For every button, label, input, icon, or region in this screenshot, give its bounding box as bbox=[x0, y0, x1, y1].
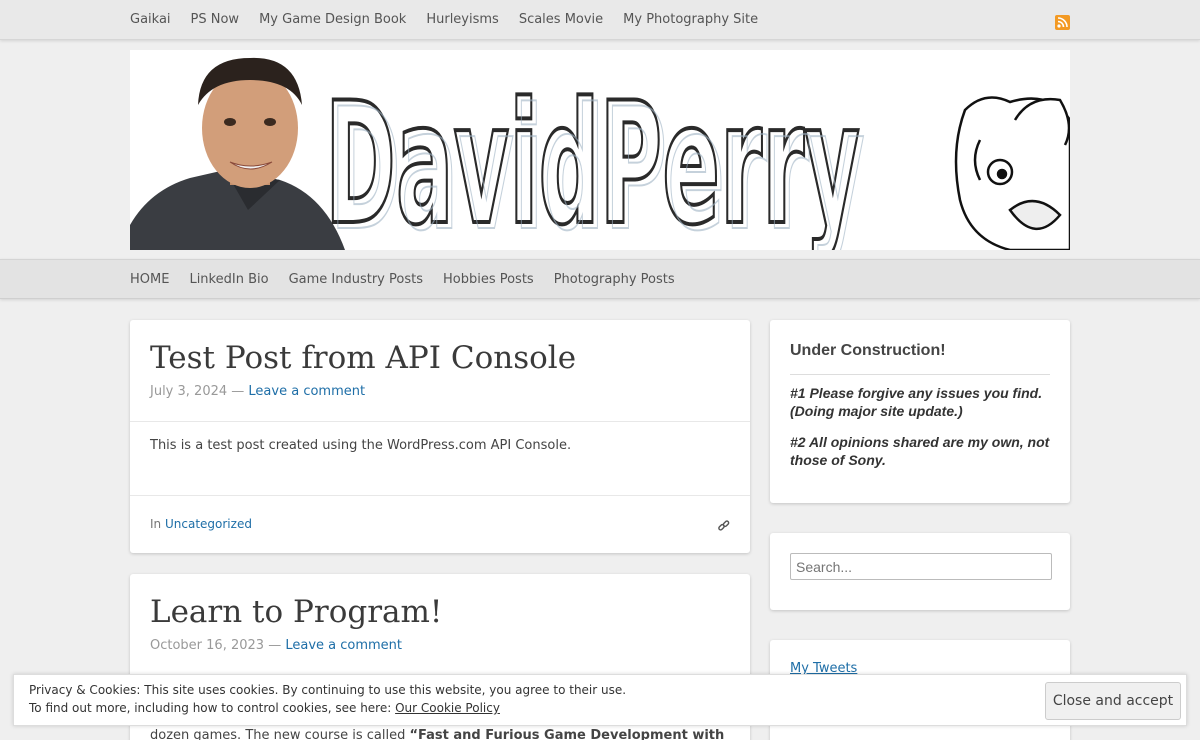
post-title[interactable]: Test Post from API Console bbox=[150, 340, 576, 376]
top-nav-gaikai[interactable]: Gaikai bbox=[130, 1, 171, 39]
widget-divider bbox=[790, 374, 1050, 375]
search-input[interactable] bbox=[790, 553, 1052, 580]
cookie-banner: Privacy & Cookies: This site uses cookie… bbox=[13, 674, 1187, 726]
top-nav-ps-now[interactable]: PS Now bbox=[191, 1, 240, 39]
post-body: This is a test post created using the Wo… bbox=[150, 438, 572, 453]
post-date[interactable]: July 3, 2024 bbox=[150, 384, 227, 399]
widget-text: #2 All opinions shared are my own, not t… bbox=[790, 434, 1050, 468]
category-link[interactable]: Uncategorized bbox=[165, 517, 252, 531]
under-construction-widget: Under Construction! #1 Please forgive an… bbox=[770, 320, 1070, 503]
search-widget bbox=[770, 533, 1070, 610]
top-nav-game-design-book[interactable]: My Game Design Book bbox=[259, 1, 406, 39]
category-prefix: In bbox=[150, 517, 162, 531]
portrait-photo bbox=[130, 57, 345, 250]
main-nav-linkedin-bio[interactable]: LinkedIn Bio bbox=[189, 261, 268, 299]
top-bar: Gaikai PS Now My Game Design Book Hurley… bbox=[0, 0, 1200, 40]
main-nav-bar: HOME LinkedIn Bio Game Industry Posts Ho… bbox=[0, 259, 1200, 299]
svg-text:DavidPerry: DavidPerry bbox=[330, 72, 865, 250]
widget-title: Under Construction! bbox=[790, 342, 946, 359]
top-nav-photography-site[interactable]: My Photography Site bbox=[623, 1, 758, 39]
meta-separator: — bbox=[268, 638, 282, 653]
top-nav-hurleyisms[interactable]: Hurleyisms bbox=[426, 1, 498, 39]
post-card: Test Post from API Console July 3, 2024 … bbox=[130, 320, 750, 553]
divider bbox=[130, 421, 750, 422]
post-body-bold: “Fast and Furious Game Development with bbox=[409, 728, 725, 740]
post-meta: July 3, 2024 — Leave a comment bbox=[150, 384, 365, 399]
main-nav-hobbies-posts[interactable]: Hobbies Posts bbox=[443, 261, 534, 299]
post-meta: October 16, 2023 — Leave a comment bbox=[150, 638, 402, 653]
post-title[interactable]: Learn to Program! bbox=[150, 594, 442, 630]
cookie-line-2-prefix: To find out more, including how to contr… bbox=[29, 701, 396, 715]
close-and-accept-button[interactable]: Close and accept bbox=[1045, 682, 1181, 720]
post-body: dozen games. The new course is called “F… bbox=[150, 728, 724, 740]
post-body-text: dozen games. The new course is called bbox=[150, 728, 410, 740]
cartoon-character bbox=[954, 96, 1070, 250]
main-nav-photography-posts[interactable]: Photography Posts bbox=[554, 261, 675, 299]
cookie-line-1: Privacy & Cookies: This site uses cookie… bbox=[29, 683, 627, 697]
main-nav-home[interactable]: HOME bbox=[130, 261, 169, 299]
post-category: In Uncategorized bbox=[150, 517, 252, 531]
cookie-policy-link[interactable]: Our Cookie Policy bbox=[395, 701, 500, 715]
meta-separator: — bbox=[231, 384, 245, 399]
leave-comment-link[interactable]: Leave a comment bbox=[248, 384, 365, 399]
header-banner[interactable]: DavidPerry DavidPerry bbox=[130, 50, 1070, 250]
logo-lettering: DavidPerry DavidPerry bbox=[323, 64, 866, 250]
top-nav-scales-movie[interactable]: Scales Movie bbox=[519, 1, 603, 39]
divider bbox=[130, 495, 750, 496]
post-date[interactable]: October 16, 2023 bbox=[150, 638, 264, 653]
cookie-text: Privacy & Cookies: This site uses cookie… bbox=[29, 681, 626, 717]
rss-icon[interactable] bbox=[1055, 15, 1070, 30]
main-nav: HOME LinkedIn Bio Game Industry Posts Ho… bbox=[130, 260, 695, 300]
leave-comment-link[interactable]: Leave a comment bbox=[285, 638, 402, 653]
main-nav-game-industry-posts[interactable]: Game Industry Posts bbox=[289, 261, 423, 299]
widget-text: #1 Please forgive any issues you find. (… bbox=[790, 385, 1043, 419]
cookie-line-2: To find out more, including how to contr… bbox=[29, 699, 626, 717]
permalink-icon[interactable] bbox=[717, 518, 731, 532]
top-nav: Gaikai PS Now My Game Design Book Hurley… bbox=[130, 0, 778, 40]
